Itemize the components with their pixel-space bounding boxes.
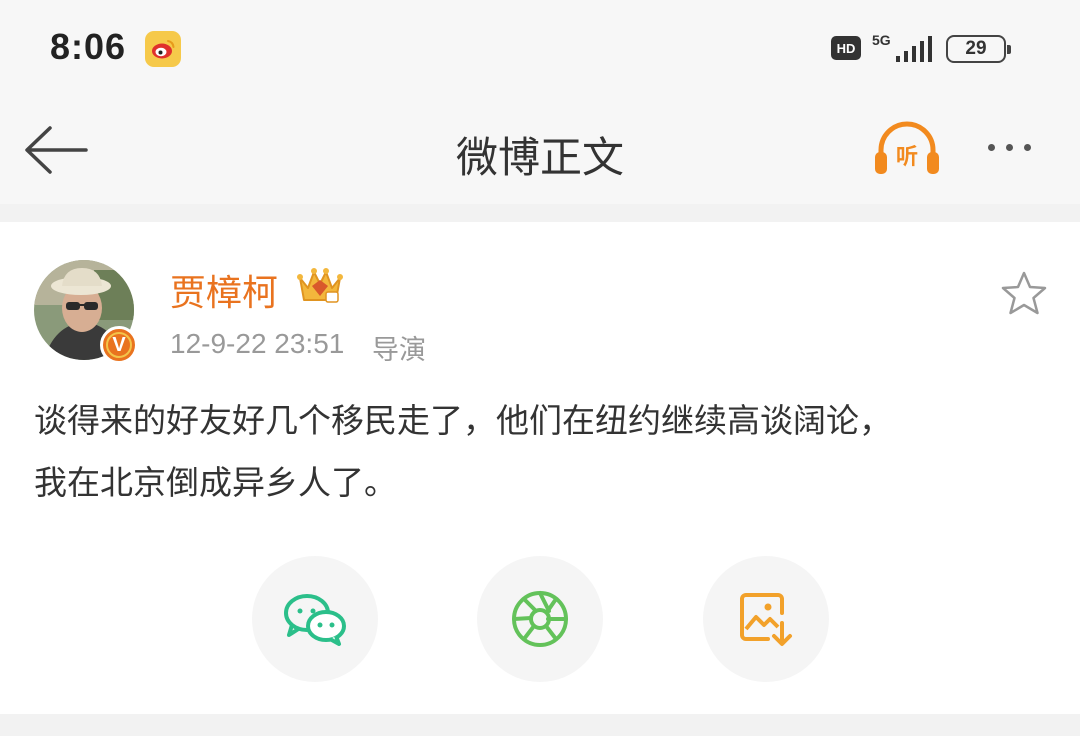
save-image-button[interactable] [703,556,829,682]
status-time: 8:06 [50,26,127,67]
nav-bar: 微博正文 听 [0,100,1080,204]
post-card: V 贾樟柯 12-9-22 23:51 导演 谈得来的好友好几个移民走了，他们在… [0,222,1080,714]
post-text-line: 谈得来的好友好几个移民走了，他们在纽约继续高谈阔论， [34,401,892,440]
signal-icon [896,36,936,68]
status-bar: 8:06 HD 5G 29 [0,0,1080,100]
more-dot [1024,143,1031,151]
author-name[interactable]: 贾樟柯 [170,264,278,316]
hd-badge: HD [831,36,861,60]
more-dot [1006,143,1013,151]
post-text-line: 我在北京倒成异乡人了。 [34,463,397,502]
headphones-icon: 听 [875,121,939,174]
post-text: 谈得来的好友好几个移民走了，他们在纽约继续高谈阔论， 我在北京倒成异乡人了。 [34,390,1044,514]
listen-button[interactable]: 听 [873,120,941,178]
more-dot [988,143,995,151]
post-time: 12-9-22 23:51 [170,328,345,359]
share-wechat-button[interactable] [252,556,378,682]
crown-icon[interactable] [296,264,344,306]
battery-indicator: 29 [946,35,1011,63]
weibo-icon [145,31,181,67]
share-row [0,556,1080,684]
moments-icon [512,591,568,647]
share-moments-button[interactable] [477,556,603,682]
more-button[interactable] [988,132,1056,162]
network-type: 5G [872,32,891,48]
post-source: 导演 [372,335,426,366]
bottom-divider [0,716,1080,736]
wechat-icon [284,594,346,646]
star-outline-icon [1001,271,1047,315]
favorite-button[interactable] [1000,270,1048,316]
verified-badge: V [100,326,138,364]
save-image-icon [740,593,792,646]
svg-text:听: 听 [896,145,918,170]
